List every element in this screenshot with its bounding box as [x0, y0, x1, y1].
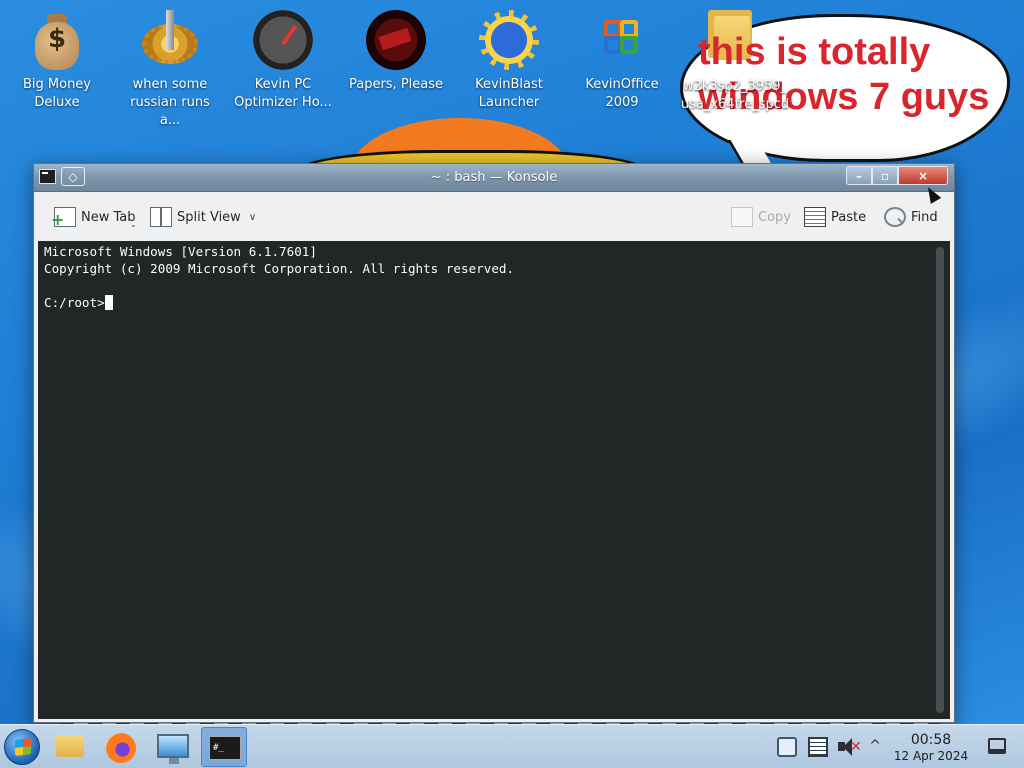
- konsole-toolbar: New Tab ⌄ Split View ∨ Copy Paste Find: [34, 193, 954, 240]
- desktop-icon-kevin-pc-optimizer[interactable]: Kevin PC Optimizer Ho...: [231, 8, 335, 112]
- clock-date: 12 Apr 2024: [893, 749, 969, 763]
- tray-expand-chevron-icon[interactable]: ^: [865, 735, 885, 755]
- maximize-button[interactable]: ▫: [872, 166, 898, 185]
- mute-indicator-icon: ✕: [850, 739, 862, 755]
- minimize-button[interactable]: –: [846, 166, 872, 185]
- split-view-icon: [150, 207, 172, 227]
- papers-please-icon: [364, 8, 428, 72]
- office-icon: [590, 8, 654, 72]
- paste-button[interactable]: Paste: [804, 205, 866, 229]
- konsole-window: ~ : bash — Konsole ◇ – ▫ × New Tab ⌄ Spl…: [33, 163, 955, 723]
- start-menu-button[interactable]: [4, 729, 40, 765]
- new-tab-dropdown-icon[interactable]: ⌄: [130, 220, 137, 229]
- desktop-icon-papers-please[interactable]: Papers, Please: [344, 8, 448, 94]
- find-button[interactable]: Find: [884, 205, 938, 229]
- clock-time: 00:58: [910, 732, 952, 748]
- chevron-down-icon: ∨: [248, 211, 257, 223]
- terminal-cursor: [104, 295, 113, 310]
- clipboard-tray-icon[interactable]: [777, 737, 797, 757]
- firefox-icon: [106, 733, 136, 763]
- terminal-prompt: C:/root>: [44, 295, 105, 310]
- desktop-icon-label: KevinOffice 2009: [585, 77, 659, 110]
- window-menu-icon[interactable]: ◇: [61, 167, 85, 186]
- window-titlebar[interactable]: ~ : bash — Konsole ◇ – ▫ ×: [34, 164, 954, 192]
- close-button[interactable]: ×: [898, 166, 948, 185]
- paste-label: Paste: [831, 209, 867, 225]
- paste-icon: [804, 207, 826, 227]
- desktop-icon-label: Kevin PC Optimizer Ho...: [234, 77, 332, 110]
- system-settings-icon: [157, 734, 189, 764]
- split-view-label: Split View: [177, 209, 241, 225]
- taskbar-system-settings[interactable]: [149, 727, 195, 767]
- terminal-line: Microsoft Windows [Version 6.1.7601]: [44, 244, 317, 259]
- new-tab-icon: [51, 207, 76, 228]
- clock[interactable]: 00:58 12 Apr 2024: [890, 732, 972, 764]
- desktop-icon-big-money-deluxe[interactable]: $ Big Money Deluxe: [5, 8, 109, 112]
- taskbar-firefox[interactable]: [98, 727, 144, 767]
- desktop-icon-label: KevinBlast Launcher: [475, 77, 543, 110]
- show-desktop-button[interactable]: [988, 738, 1006, 754]
- desktop-icon-label: when some russian runs a...: [130, 77, 210, 128]
- desktop-icon-label: w2k3sp2_3959_ usa_x64fre_spcd: [680, 79, 790, 112]
- desktop-icon-kevinblast-launcher[interactable]: KevinBlast Launcher: [457, 8, 561, 112]
- notes-tray-icon[interactable]: [808, 737, 828, 757]
- windows-logo-icon: [15, 738, 31, 756]
- copy-button[interactable]: Copy: [731, 205, 791, 229]
- konsole-app-icon[interactable]: [39, 169, 56, 184]
- terminal-scrollbar[interactable]: [936, 247, 944, 713]
- terminal-line: Copyright (c) 2009 Microsoft Corporation…: [44, 261, 515, 276]
- taskbar-file-manager[interactable]: [47, 727, 93, 767]
- money-bag-icon: $: [25, 8, 89, 72]
- taskbar: #_ ✕ ^ 00:58 12 Apr 2024: [0, 724, 1024, 768]
- desktop-icon-label: Big Money Deluxe: [22, 77, 91, 110]
- taskbar-konsole[interactable]: #_: [201, 727, 247, 767]
- new-tab-button[interactable]: New Tab: [51, 205, 136, 229]
- terminal-output: Microsoft Windows [Version 6.1.7601] Copy…: [44, 243, 514, 311]
- terminal-area[interactable]: Microsoft Windows [Version 6.1.7601] Copy…: [38, 241, 950, 719]
- desktop-icon-russian[interactable]: when some russian runs a...: [118, 8, 222, 130]
- split-view-button[interactable]: Split View ∨: [150, 205, 256, 229]
- window-title: ~ : bash — Konsole: [430, 170, 558, 185]
- new-tab-label: New Tab: [81, 209, 136, 225]
- desktop-icon-label: Papers, Please: [348, 77, 444, 92]
- terminal-prompt-line: C:/root>: [44, 294, 514, 311]
- copy-icon: [731, 207, 753, 227]
- gauge-icon: [251, 8, 315, 72]
- desktop-icon-kevinoffice-2009[interactable]: KevinOffice 2009: [570, 8, 674, 112]
- file-manager-icon: [56, 735, 84, 757]
- kevinblast-icon: [477, 8, 541, 72]
- gear-icon: [138, 8, 202, 72]
- search-icon: [884, 207, 906, 227]
- find-label: Find: [911, 209, 938, 225]
- konsole-icon: #_: [209, 736, 241, 760]
- copy-label: Copy: [758, 209, 791, 225]
